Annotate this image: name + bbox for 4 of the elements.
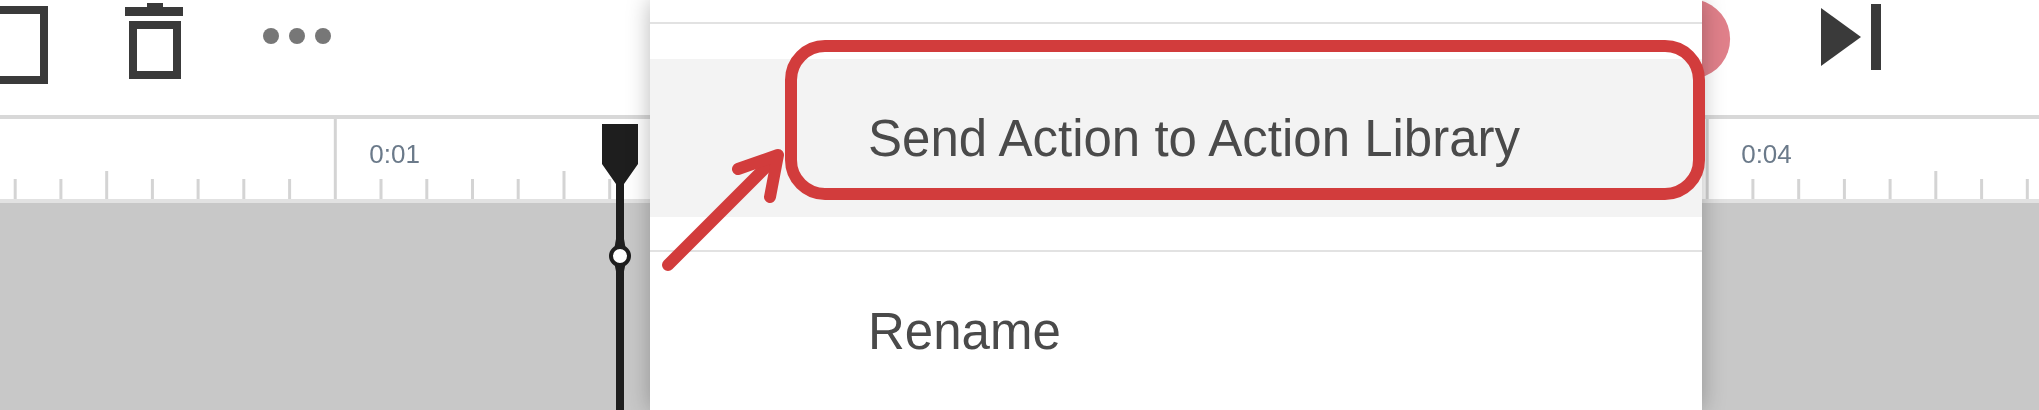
menu-item[interactable]: Send Action to Action Library — [650, 59, 1702, 217]
time-label: 0:04 — [1741, 139, 1792, 170]
time-label: 0:01 — [369, 139, 420, 170]
menu-item[interactable]: Rename — [650, 252, 1702, 410]
